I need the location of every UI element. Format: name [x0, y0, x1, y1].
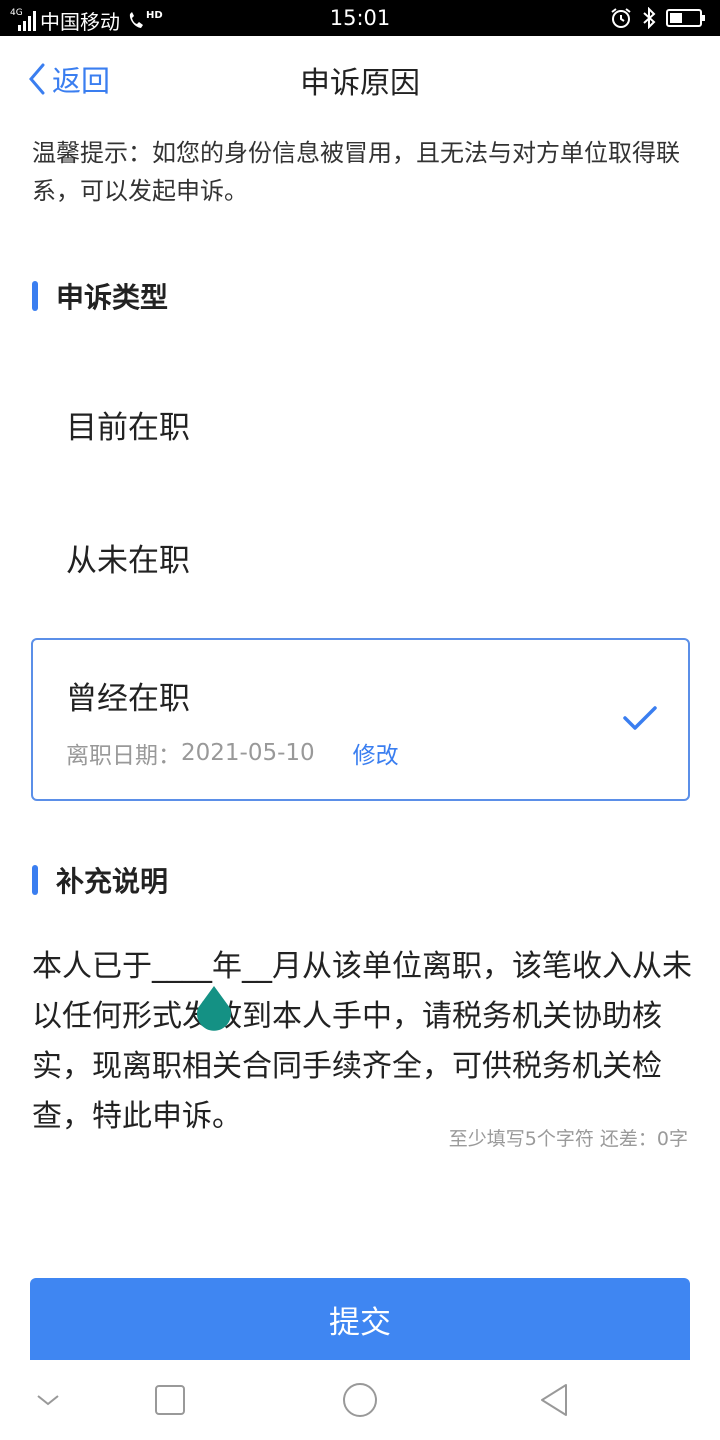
alarm-icon: [610, 7, 632, 33]
supplement-textarea[interactable]: 本人已于____年__月从该单位离职，该笔收入从未以任何形式发放到本人手中，请税…: [32, 942, 692, 1142]
tip-text: 温馨提示：如您的身份信息被冒用，且无法与对方单位取得联系，可以发起申诉。: [32, 139, 680, 205]
page-title: 申诉原因: [300, 66, 420, 101]
leave-date-value: 2021-05-10: [181, 740, 315, 766]
bluetooth-icon: [642, 6, 656, 33]
modify-date-link[interactable]: 修改: [353, 736, 399, 770]
hide-keyboard-icon[interactable]: [28, 1380, 68, 1420]
option-formerly-employed[interactable]: 曾经在职 离职日期： 2021-05-10 修改: [31, 638, 690, 801]
appeal-type-heading: 申诉类型: [32, 276, 168, 316]
nav-bar: 返回 申诉原因: [0, 36, 720, 120]
section-marker: [32, 865, 38, 895]
leave-date-label: 离职日期：: [66, 743, 181, 769]
status-bar: 4G 中国移动 HD 15:01: [0, 0, 720, 36]
character-counter: 至少填写5个字符 还差：0字: [448, 1128, 688, 1150]
status-right: [610, 6, 706, 33]
recents-icon[interactable]: [150, 1380, 190, 1420]
battery-icon: [666, 8, 706, 32]
option-currently-employed[interactable]: 目前在职: [66, 402, 190, 447]
supplement-heading: 补充说明: [32, 860, 168, 900]
section-marker: [32, 281, 38, 311]
back-nav-icon[interactable]: [534, 1380, 574, 1420]
leave-date-row: 离职日期： 2021-05-10 修改: [66, 736, 399, 770]
system-nav-bar: [0, 1360, 720, 1440]
option-never-employed[interactable]: 从未在职: [66, 535, 190, 580]
appeal-type-label: 申诉类型: [56, 281, 169, 314]
option-formerly-employed-label: 曾经在职: [66, 681, 190, 717]
submit-button[interactable]: 提交: [30, 1278, 690, 1360]
checkmark-icon: [622, 704, 658, 736]
home-icon[interactable]: [340, 1380, 380, 1420]
supplement-label: 补充说明: [56, 865, 169, 898]
text-cursor-handle[interactable]: [192, 984, 236, 1032]
